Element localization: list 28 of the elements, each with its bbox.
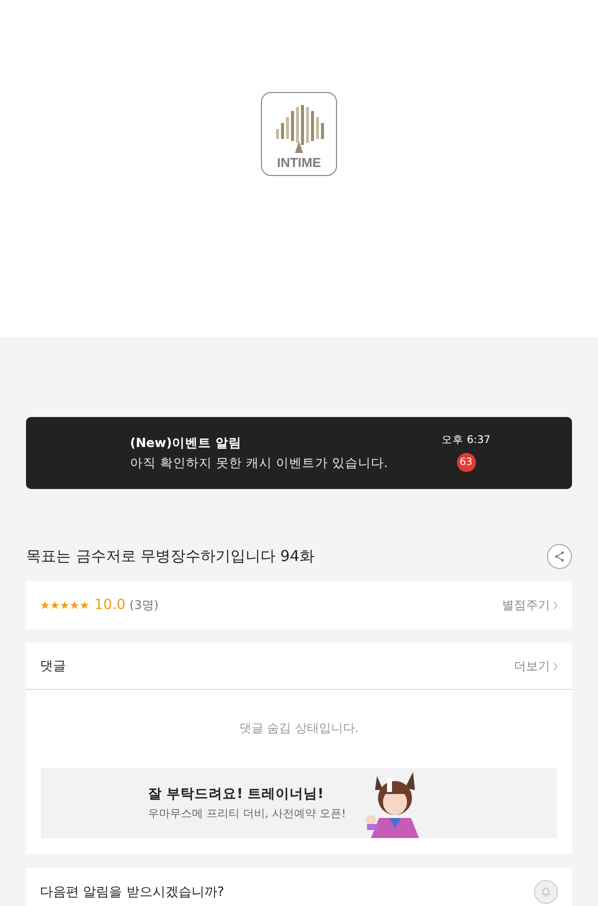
- comments-title: 댓글: [40, 658, 66, 675]
- bell-icon: [541, 885, 551, 899]
- chevron-icon: [553, 662, 558, 670]
- star-icon: ★: [70, 598, 80, 612]
- star-icon: ★: [80, 598, 90, 612]
- logo-text: INTIME: [276, 155, 322, 170]
- notification-message: 아직 확인하지 못한 캐시 이벤트가 있습니다.: [130, 454, 389, 472]
- next-episode-question: 다음편 알림을 받으시겠습니까?: [40, 884, 224, 901]
- chevron-icon: [553, 600, 558, 610]
- rate-link[interactable]: 별점주기: [502, 596, 558, 614]
- ad-headline: 잘 부탁드려요! 트레이너님!: [148, 785, 325, 803]
- rating-count: (3명): [130, 596, 160, 614]
- ad-subline: 우마무스메 프리티 더비, 사전예약 오픈!: [148, 806, 346, 821]
- more-link[interactable]: 더보기: [514, 658, 558, 674]
- notification-time: 오후 6:37: [442, 432, 490, 446]
- rating-score: 10.0: [94, 597, 126, 613]
- ad-banner[interactable]: 잘 부탁드려요! 트레이너님! 우마무스메 프리티 더비, 사전예약 오픈!: [41, 768, 557, 838]
- comments-hidden-message: 댓글 숨김 상태입니다.: [238, 720, 360, 737]
- count-badge: 63: [456, 452, 476, 472]
- notification-title: (New)이벤트 알림: [130, 434, 242, 452]
- star-icon: ★: [60, 598, 70, 612]
- share-button[interactable]: [547, 544, 572, 568]
- episode-title: 목표는 금수저로 무병장수하기입니다 94화: [26, 546, 314, 566]
- star-icon: ★: [50, 598, 60, 612]
- star-icon: ★: [40, 598, 50, 612]
- share-icon: [554, 550, 565, 562]
- notification-banner[interactable]: (New)이벤트 알림 아직 확인하지 못한 캐시 이벤트가 있습니다. 오후 6:37 63: [26, 417, 572, 489]
- bell-button[interactable]: [534, 880, 558, 904]
